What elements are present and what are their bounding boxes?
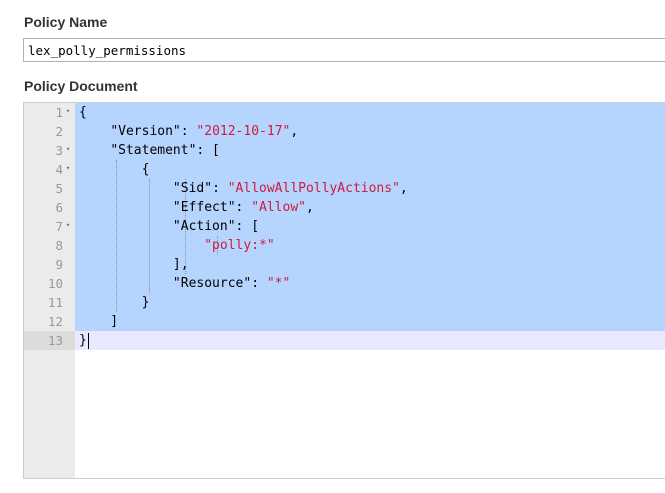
punctuation-token: : [ (196, 143, 220, 158)
fold-arrow-icon[interactable]: ▾ (66, 219, 70, 231)
key-token: "Resource" (172, 276, 252, 291)
line-number: 2 (55, 124, 63, 139)
policy-name-input[interactable] (23, 38, 665, 62)
line-number: 11 (47, 295, 63, 310)
string-token: "*" (266, 276, 291, 291)
line-number-gutter: 1 ▾ 2 3 ▾ 4 ▾ 5 6 7 ▾ 8 9 10 11 12 13 (24, 103, 75, 478)
line-number: 6 (55, 200, 63, 215)
punctuation-token: , (399, 181, 408, 196)
fold-arrow-icon[interactable]: ▾ (66, 143, 70, 155)
code-line: } (79, 331, 87, 350)
policy-document-label: Policy Document (24, 78, 138, 94)
code-line: { (79, 103, 87, 122)
string-token: "Allow" (251, 200, 306, 215)
punctuation-token: : (180, 124, 197, 139)
punctuation-token (79, 143, 110, 158)
line-number: 5 (55, 181, 63, 196)
gutter-row: 12 (24, 312, 75, 331)
string-token: "polly:*" (204, 238, 275, 253)
gutter-row: 1 ▾ (24, 103, 75, 122)
punctuation-token: } (79, 295, 150, 310)
punctuation-token (79, 238, 204, 253)
punctuation-token (79, 276, 173, 291)
punctuation-token: { (79, 162, 150, 177)
punctuation-token: : (235, 200, 252, 215)
punctuation-token: ], (79, 257, 189, 272)
code-line: ] (79, 312, 118, 331)
punctuation-token: } (79, 333, 87, 348)
gutter-row: 11 (24, 293, 75, 312)
string-token: "AllowAllPollyActions" (227, 181, 400, 196)
line-number: 9 (55, 257, 63, 272)
code-line: "Sid": "AllowAllPollyActions", (79, 179, 408, 198)
punctuation-token (79, 200, 173, 215)
gutter-row: 8 (24, 236, 75, 255)
key-token: "Version" (110, 124, 181, 139)
code-line: "Effect": "Allow", (79, 198, 314, 217)
punctuation-token: : (212, 181, 228, 196)
string-token: "2012-10-17" (196, 124, 291, 139)
active-line-highlight (75, 331, 665, 350)
line-number: 4 (55, 162, 63, 177)
punctuation-token: , (306, 200, 314, 215)
key-token: "Statement" (110, 143, 197, 158)
gutter-row: 3 ▾ (24, 141, 75, 160)
code-line: "Action": [ (79, 217, 259, 236)
punctuation-token (79, 181, 173, 196)
punctuation-token: { (79, 105, 87, 120)
gutter-row: 5 (24, 179, 75, 198)
punctuation-token: : [ (235, 219, 260, 234)
key-token: "Sid" (172, 181, 213, 196)
key-token: "Action" (172, 219, 236, 234)
punctuation-token: ] (79, 314, 119, 329)
policy-document-editor[interactable]: 1 ▾ 2 3 ▾ 4 ▾ 5 6 7 ▾ 8 9 10 11 12 13 { "Version": "2012… (23, 102, 665, 479)
key-token: "Effect" (172, 200, 236, 215)
gutter-row: 2 (24, 122, 75, 141)
code-line: "Resource": "*" (79, 274, 290, 293)
line-number: 13 (47, 333, 63, 348)
gutter-row: 9 (24, 255, 75, 274)
punctuation-token: : (251, 276, 267, 291)
code-line: { (79, 160, 150, 179)
gutter-row: 13 (24, 331, 75, 350)
code-line: "Statement": [ (79, 141, 220, 160)
text-cursor (88, 333, 89, 349)
policy-name-label: Policy Name (24, 14, 108, 30)
punctuation-token (79, 124, 110, 139)
code-line: } (79, 293, 150, 312)
line-number: 8 (55, 238, 63, 253)
gutter-row: 4 ▾ (24, 160, 75, 179)
gutter-row: 7 ▾ (24, 217, 75, 236)
fold-arrow-icon[interactable]: ▾ (66, 162, 70, 174)
punctuation-token: , (290, 124, 299, 139)
line-number: 1 (55, 105, 63, 120)
gutter-row: 10 (24, 274, 75, 293)
code-line: "Version": "2012-10-17", (79, 122, 298, 141)
line-number: 7 (55, 219, 63, 234)
code-line: ], (79, 255, 189, 274)
line-number: 10 (47, 276, 63, 291)
code-line: "polly:*" (79, 236, 275, 255)
fold-arrow-icon[interactable]: ▾ (66, 105, 70, 117)
line-number: 3 (55, 143, 63, 158)
gutter-row: 6 (24, 198, 75, 217)
punctuation-token (79, 219, 173, 234)
line-number: 12 (47, 314, 63, 329)
